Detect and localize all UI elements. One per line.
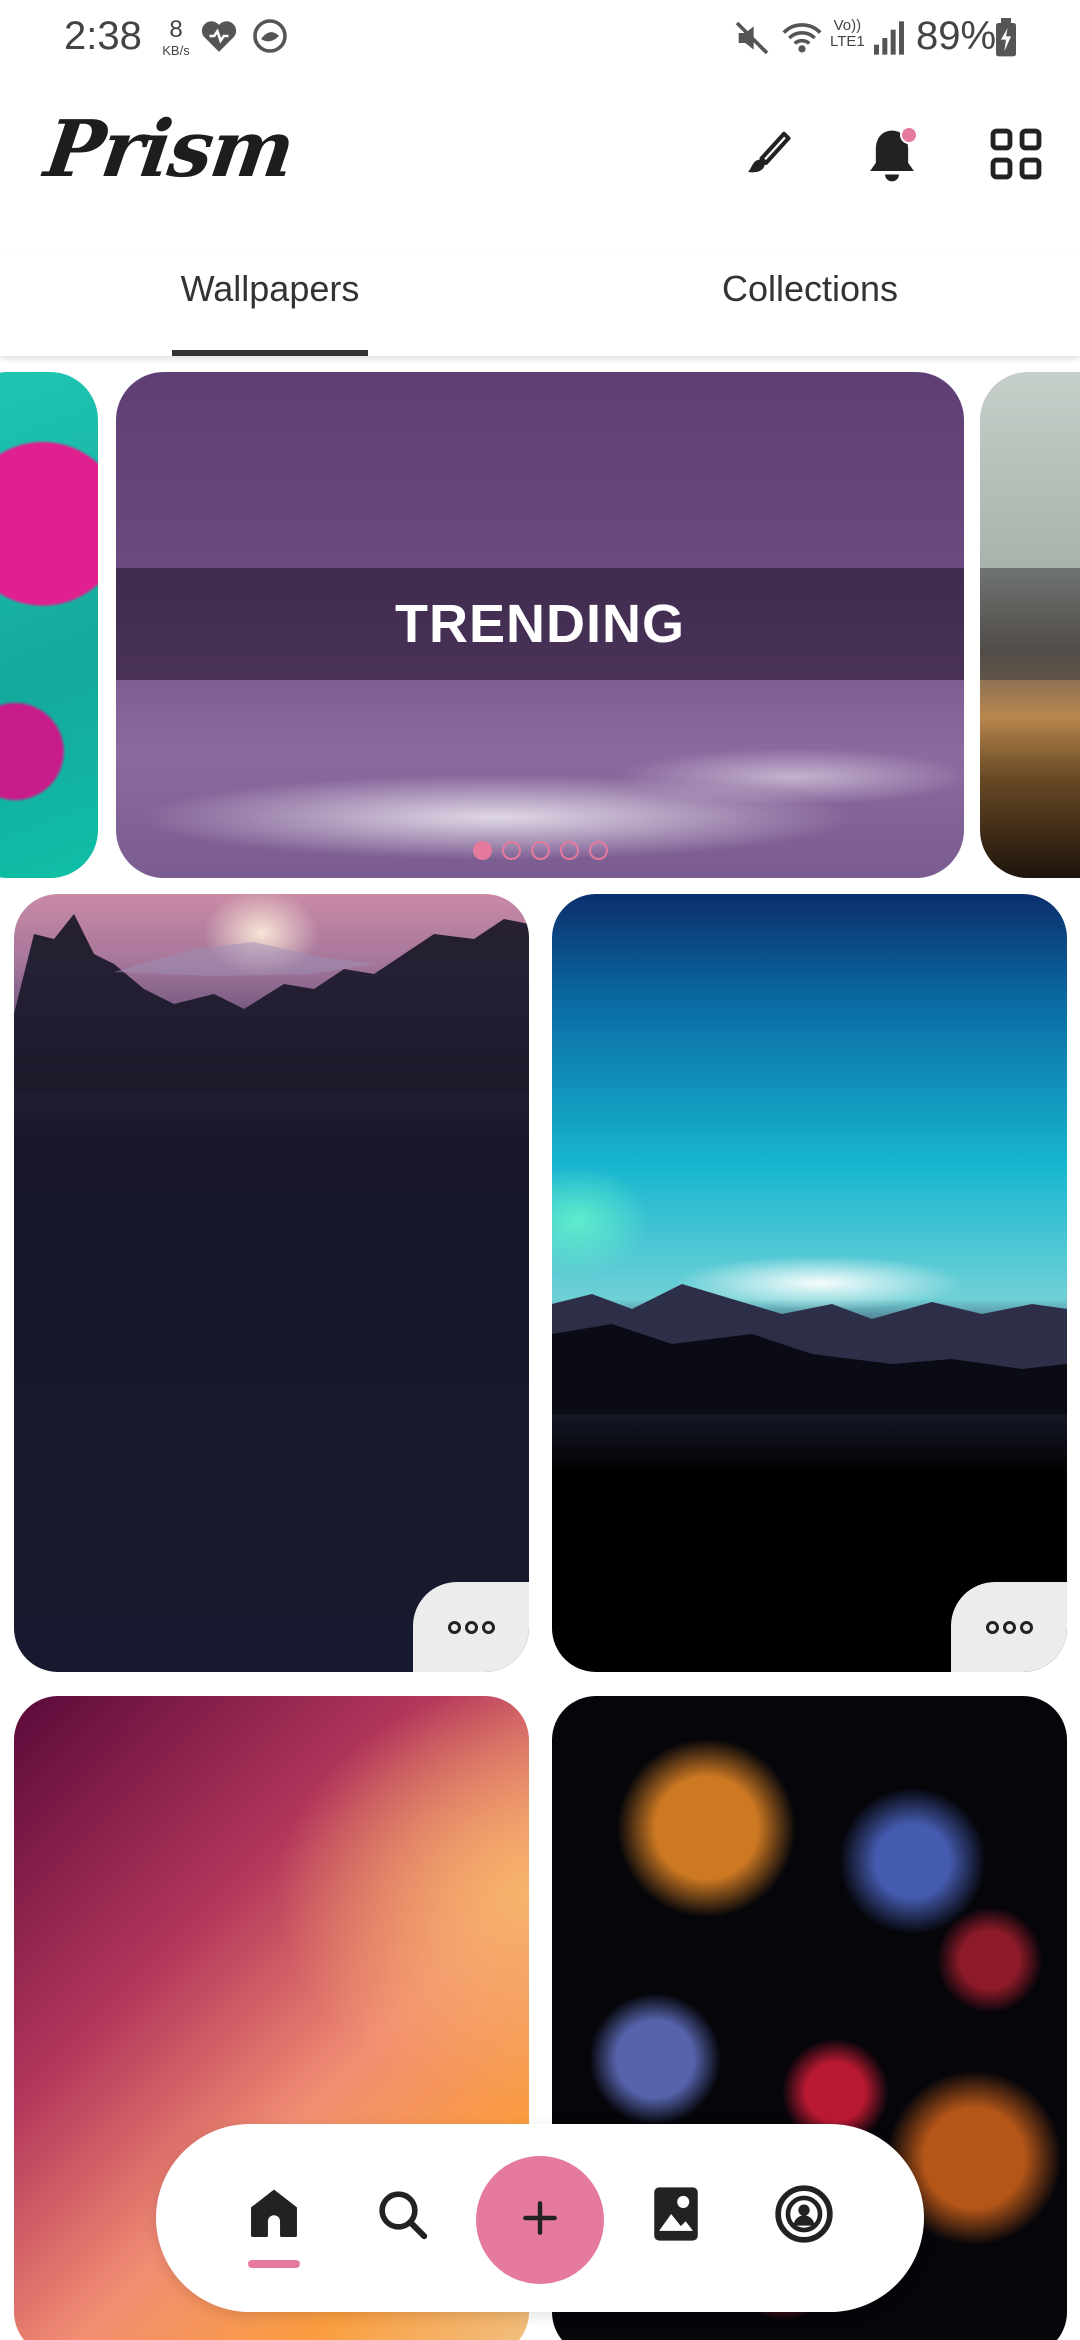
notification-bell-icon (864, 126, 920, 186)
carousel-slide-trending[interactable]: TRENDING (116, 372, 964, 878)
battery-level: 89% (916, 14, 997, 58)
app-logo: Prism (39, 104, 299, 195)
carousel-slide-previous[interactable] (0, 372, 98, 878)
heart-icon (200, 18, 238, 59)
slide-banner (980, 568, 1080, 680)
status-bar: 2:38 8 KB/s Vo)) LTE1 89% (0, 0, 1080, 80)
tab-collections-label: Collections (721, 268, 899, 309)
bottom-navigation (156, 2124, 924, 2312)
app-bar: Prism (0, 80, 1080, 230)
search-icon (374, 2186, 430, 2247)
messenger-icon (252, 18, 288, 59)
status-time: 2:38 (64, 14, 142, 58)
carousel-dot[interactable] (559, 841, 579, 860)
add-button[interactable] (476, 2156, 604, 2284)
image-icon (648, 2185, 704, 2248)
notification-badge (900, 126, 918, 144)
volte-icon: Vo)) LTE1 (830, 17, 865, 50)
more-options-icon (985, 1620, 1033, 1634)
carousel-dot[interactable] (472, 841, 492, 860)
mountain-silhouette (552, 1284, 1067, 1414)
network-speed-unit: KB/s (162, 43, 190, 58)
notifications-button[interactable] (856, 120, 928, 192)
account-icon (773, 2183, 835, 2250)
carousel-dot[interactable] (501, 841, 521, 860)
network-speed-value: 8 (169, 16, 183, 43)
battery-charging-icon (994, 18, 1018, 63)
tab-wallpapers[interactable]: Wallpapers (172, 250, 368, 356)
tab-collections[interactable]: Collections (700, 250, 920, 356)
nav-setups-button[interactable] (640, 2180, 712, 2252)
nav-active-indicator (248, 2260, 300, 2268)
tab-bar: Wallpapers Collections (0, 250, 1080, 356)
trending-label: TRENDING (395, 594, 685, 654)
home-icon (245, 2185, 303, 2248)
carousel-slide-next[interactable] (980, 372, 1080, 878)
more-options-icon (447, 1620, 495, 1634)
carousel-indicator (116, 841, 964, 860)
tab-wallpapers-label: Wallpapers (180, 268, 360, 309)
wallpaper-card[interactable] (14, 894, 529, 1672)
carousel-dot[interactable] (588, 841, 608, 860)
brush-button[interactable] (730, 120, 802, 192)
carousel-dot[interactable] (530, 841, 550, 860)
brush-icon (739, 127, 793, 186)
nav-search-button[interactable] (366, 2180, 438, 2252)
wallpaper-card[interactable] (552, 894, 1067, 1672)
add-icon (518, 2196, 562, 2245)
trending-banner: TRENDING (116, 568, 964, 680)
grid-apps-icon (987, 125, 1045, 188)
more-options-button[interactable] (413, 1582, 529, 1672)
more-options-button[interactable] (951, 1582, 1067, 1672)
apps-grid-button[interactable] (980, 120, 1052, 192)
network-speed: 8 KB/s (156, 16, 196, 58)
trending-carousel[interactable]: TRENDING (0, 372, 1080, 878)
nav-home-button[interactable] (238, 2180, 310, 2252)
nav-profile-button[interactable] (768, 2180, 840, 2252)
mountain-silhouette (14, 894, 529, 1094)
mute-icon (732, 18, 772, 63)
signal-icon (872, 18, 906, 63)
wifi-icon (780, 18, 824, 63)
